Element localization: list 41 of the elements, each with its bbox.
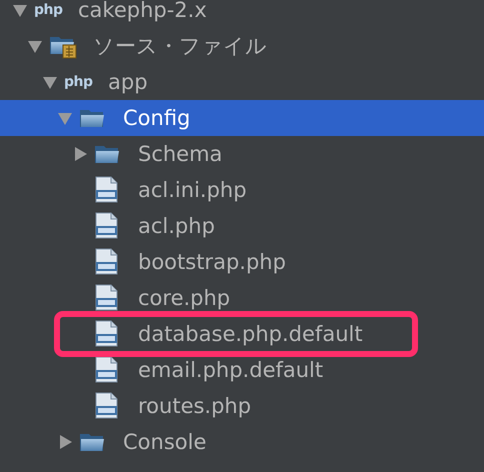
item-label: acl.php xyxy=(138,214,215,238)
tree-item[interactable]: email.php.default xyxy=(0,352,484,388)
expand-arrow-icon xyxy=(72,146,88,162)
php-file-icon xyxy=(94,284,120,312)
tree-item[interactable]: Schema xyxy=(0,136,484,172)
php-logo: php xyxy=(64,74,93,90)
expand-arrow-icon xyxy=(57,434,73,450)
tree-item[interactable]: php app xyxy=(0,64,484,100)
collapse-arrow-icon xyxy=(42,74,58,90)
tree-item[interactable]: acl.ini.php xyxy=(0,172,484,208)
tree-item[interactable]: ソース・ファイル xyxy=(0,28,484,64)
item-label: Schema xyxy=(138,142,222,166)
item-label: database.php.default xyxy=(138,322,363,346)
php-file-icon xyxy=(94,248,120,276)
tree-item[interactable]: acl.php xyxy=(0,208,484,244)
tree-item[interactable]: bootstrap.php xyxy=(0,244,484,280)
collapse-arrow-icon xyxy=(27,38,43,54)
item-label: bootstrap.php xyxy=(138,250,286,274)
php-logo: php xyxy=(34,2,63,18)
tree-item[interactable]: Console xyxy=(0,424,484,460)
php-file-icon xyxy=(94,392,120,420)
item-label: acl.ini.php xyxy=(138,178,247,202)
item-label: ソース・ファイル xyxy=(93,33,267,60)
php-file-icon xyxy=(94,356,120,384)
collapse-arrow-icon xyxy=(57,110,73,126)
item-label: Console xyxy=(123,430,206,454)
item-label: Config xyxy=(123,106,190,130)
item-label: app xyxy=(108,70,148,94)
tree-item[interactable]: routes.php xyxy=(0,388,484,424)
php-file-icon xyxy=(94,212,120,240)
tree-item[interactable]: Config xyxy=(0,100,484,136)
item-label: routes.php xyxy=(138,394,252,418)
item-label: cakephp-2.x xyxy=(78,0,207,22)
tree-item[interactable]: php cakephp-2.x xyxy=(0,0,484,28)
php-file-icon xyxy=(94,176,120,204)
collapse-arrow-icon xyxy=(12,2,28,18)
tree-item[interactable]: database.php.default xyxy=(0,316,484,352)
tree-item[interactable]: core.php xyxy=(0,280,484,316)
item-label: core.php xyxy=(138,286,230,310)
item-label: email.php.default xyxy=(138,358,324,382)
php-file-icon xyxy=(94,320,120,348)
